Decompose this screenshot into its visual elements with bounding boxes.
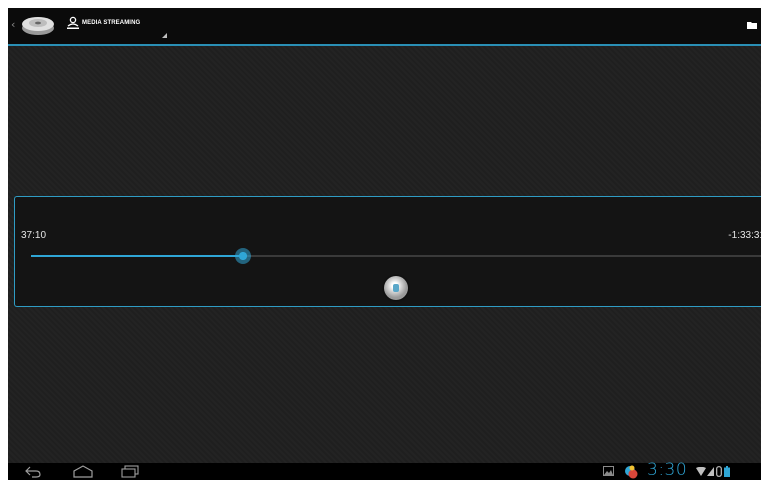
user-share-icon	[67, 16, 79, 29]
tablet-screen: ‹ MEDIA STREAMING 37:10 -1:33:31	[8, 8, 761, 480]
folder-icon[interactable]	[747, 21, 757, 29]
title-spinner[interactable]: MEDIA STREAMING	[66, 14, 167, 42]
play-disc-icon	[393, 284, 399, 292]
status-area[interactable]: 3:30	[601, 460, 761, 480]
remaining-time: -1:33:31	[728, 230, 761, 241]
gallery-icon	[603, 466, 614, 476]
app-notification-icon	[625, 465, 638, 479]
media-player-panel: 37:10 -1:33:31	[14, 196, 761, 307]
recent-apps-icon[interactable]	[121, 465, 139, 478]
signal-icon	[707, 467, 714, 476]
seek-progress	[31, 255, 244, 257]
spinner-indicator	[162, 33, 167, 38]
disc-drive-icon[interactable]	[20, 13, 56, 37]
wifi-icon	[696, 467, 706, 476]
up-caret-icon[interactable]: ‹	[11, 19, 15, 31]
page-title: MEDIA STREAMING	[82, 20, 141, 26]
action-bar: ‹ MEDIA STREAMING	[8, 8, 761, 46]
back-icon[interactable]	[24, 465, 42, 478]
data-icon	[716, 466, 722, 477]
battery-icon	[724, 466, 730, 477]
play-button[interactable]	[384, 276, 408, 300]
elapsed-time: 37:10	[21, 230, 47, 241]
system-navigation-bar: 3:30	[8, 460, 761, 480]
seek-bar[interactable]	[31, 248, 761, 264]
home-icon[interactable]	[72, 465, 94, 478]
status-clock: 3:30	[647, 460, 688, 480]
seek-thumb[interactable]	[235, 248, 252, 264]
